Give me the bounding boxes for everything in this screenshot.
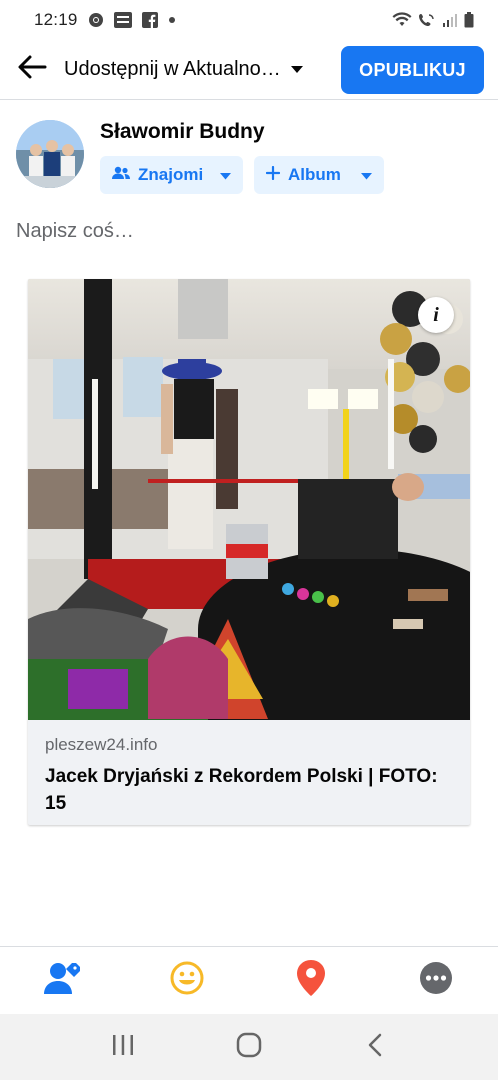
system-nav-bar: [0, 1014, 498, 1080]
location-icon: [297, 960, 326, 1001]
status-bar: 12:19: [0, 0, 498, 40]
arrow-left-icon: [17, 54, 47, 85]
link-preview-card[interactable]: i pleszew24.info Jacek Dryjański z Rekor…: [28, 279, 470, 825]
status-time: 12:19: [34, 10, 78, 29]
tag-people-button[interactable]: [0, 947, 125, 1014]
dot-icon: [168, 16, 176, 24]
caret-down-icon: [361, 165, 372, 185]
system-back-button[interactable]: [345, 1022, 405, 1072]
composer-header: Udostępnij w Aktualno… OPUBLIKUJ: [0, 40, 498, 100]
album-label: Album: [288, 165, 341, 184]
home-button[interactable]: [219, 1022, 279, 1072]
battery-icon: [464, 12, 474, 28]
album-selector[interactable]: Album: [254, 156, 384, 194]
wifi-icon: [392, 12, 412, 28]
recent-apps-button[interactable]: [93, 1022, 153, 1072]
author-name: Sławomir Budny: [100, 120, 265, 143]
link-title: Jacek Dryjański z Rekordem Polski | FOTO…: [45, 766, 438, 814]
post-author-row: Sławomir Budny Znajomi Album: [16, 120, 486, 200]
more-options-button[interactable]: [374, 947, 498, 1014]
facebook-icon: [141, 12, 158, 28]
more-icon: [419, 961, 453, 1000]
home-icon: [236, 1032, 262, 1063]
post-action-bar: [0, 946, 498, 1014]
audience-label: Udostępnij w Aktualno…: [64, 58, 281, 80]
back-icon: [367, 1033, 383, 1062]
location-button[interactable]: [249, 947, 374, 1014]
info-button[interactable]: i: [418, 297, 454, 333]
publish-button[interactable]: OPUBLIKUJ: [341, 46, 484, 94]
privacy-label: Znajomi: [138, 165, 204, 184]
temu-icon: [113, 12, 132, 28]
caret-down-icon: [290, 61, 303, 79]
plus-icon: [265, 165, 281, 185]
tag-people-icon: [44, 961, 81, 1000]
post-text-input[interactable]: [16, 214, 476, 248]
signal-icon: [442, 12, 458, 28]
chrome-icon: [88, 12, 104, 28]
caret-down-icon: [220, 165, 231, 185]
recent-apps-icon: [111, 1034, 135, 1061]
link-domain: pleszew24.info: [45, 735, 158, 754]
wifi-call-icon: [418, 12, 436, 28]
feeling-icon: [170, 961, 204, 1000]
friends-icon: [112, 165, 130, 185]
privacy-selector[interactable]: Znajomi: [100, 156, 243, 194]
feeling-button[interactable]: [125, 947, 250, 1014]
back-button[interactable]: [0, 40, 64, 100]
avatar[interactable]: [16, 120, 84, 188]
link-preview-image: [28, 279, 470, 720]
